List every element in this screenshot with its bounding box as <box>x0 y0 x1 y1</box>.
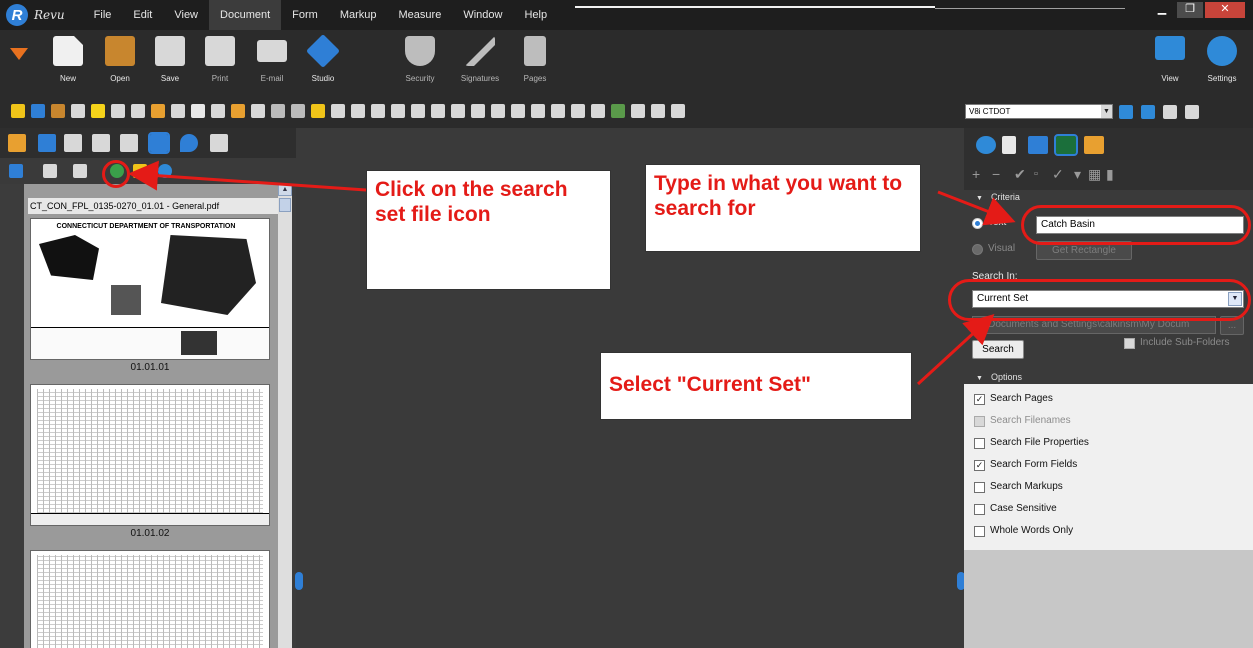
arrow-to-search-in <box>916 313 995 386</box>
arrow-to-search-icon <box>128 160 367 192</box>
arrow-to-text-input <box>937 190 1016 226</box>
annotation-arrows <box>128 160 1016 386</box>
app-window: R Revu File Edit View Document Form Mark… <box>0 0 1253 648</box>
